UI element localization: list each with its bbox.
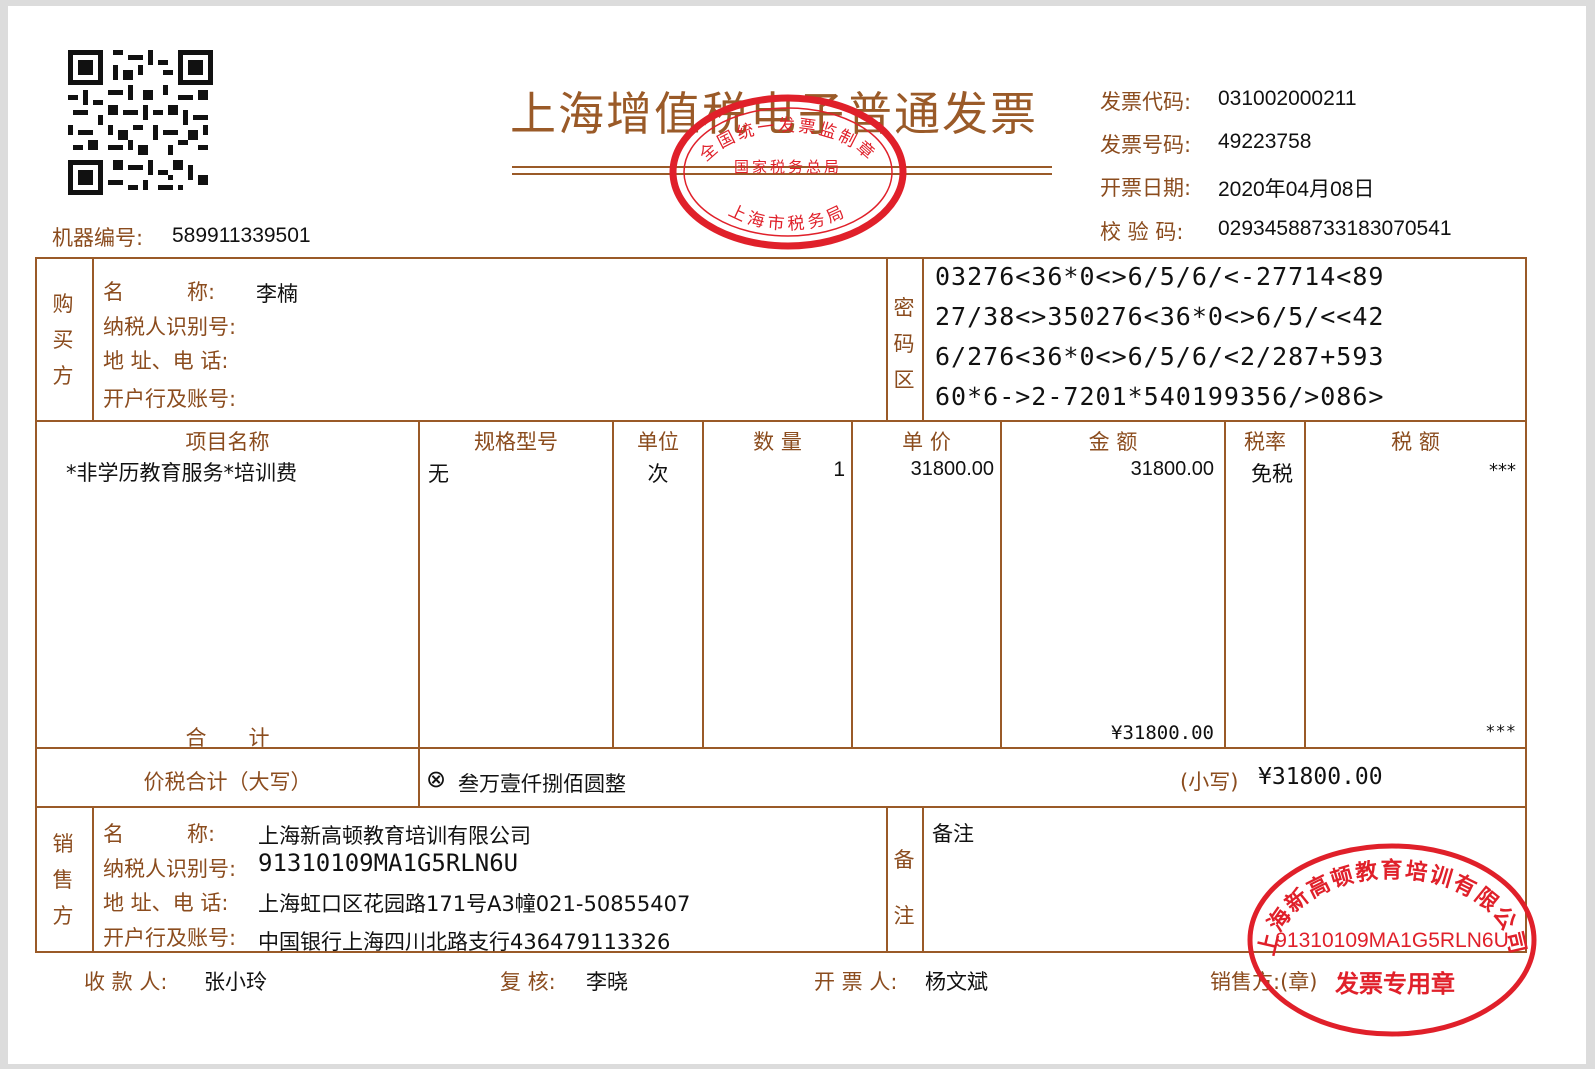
buyer-name-label: 名 称: [103,280,216,304]
tax-bureau-stamp: 全国统一发票监制章 国家税务总局 上海市税务局 [669,94,907,250]
col-divider [418,420,420,807]
buyer-address-label: 地 址、电 话: [103,349,229,373]
grand-total-small-label: (小写) [1180,770,1239,794]
col-divider [92,257,94,420]
buyer-section-char: 买 [52,328,74,352]
row-divider [35,806,1527,808]
issuer: 杨文斌 [925,970,988,994]
item-price: 31800.00 [910,458,994,480]
buyer-section-label: 购 买 方 [48,286,78,394]
invoice-number-label: 发票号码: [1100,133,1192,157]
col-divider [886,257,888,420]
seller-invoice-stamp: 上海新高顿教育培训有限公司 91310109MA1G5RLN6U 发票专用章 [1247,843,1537,1037]
seller-name: 上海新高顿教育培训有限公司 [258,824,531,848]
machine-no: 589911339501 [172,224,311,247]
total-tax: *** [1485,722,1516,742]
seller-section-char: 售 [52,868,74,892]
issuer-label: 开 票 人: [814,970,898,994]
seller-section-label: 销 售 方 [48,826,78,934]
buyer-tax-id-label: 纳税人识别号: [103,315,237,339]
seller-tax-id: 91310109MA1G5RLN6U [258,849,519,877]
seller-bank-label: 开户行及账号: [103,926,237,950]
header-spec: 规格型号 [474,430,558,454]
item-qty: 1 [833,458,845,481]
seller-stamp-middle-text: 91310109MA1G5RLN6U [1275,929,1508,952]
total-label: 合 计 [185,726,270,750]
item-amount: 31800.00 [1130,458,1214,480]
item-unit: 次 [647,462,669,486]
header-item-name: 项目名称 [185,430,270,454]
cipher-section-char: 区 [893,368,915,392]
invoice-code: 031002000211 [1218,87,1357,110]
header-unit: 单位 [637,430,679,454]
col-divider [922,806,924,953]
machine-no-label: 机器编号: [52,226,144,250]
check-code: 02934588733183070541 [1218,217,1452,240]
grand-total-small: ¥31800.00 [1258,764,1383,790]
seller-tax-id-label: 纳税人识别号: [103,857,237,881]
payee: 张小玲 [204,970,267,994]
seller-section-char: 销 [52,832,74,856]
cipher-section-char: 密 [893,296,915,320]
header-amount: 金 额 [1088,430,1138,454]
invoice-number: 49223758 [1218,130,1312,153]
item-name: *非学历教育服务*培训费 [66,461,297,485]
item-tax: *** [1489,460,1516,481]
seller-bank: 中国银行上海四川北路支行436479113326 [258,930,671,954]
col-divider [92,806,94,953]
total-amount: ¥31800.00 [1111,722,1214,744]
cipher-line: 03276<36*0<>6/5/6/<-27714<89 [935,262,1385,291]
buyer-name: 李楠 [256,282,298,306]
circled-x-icon: ⊗ [426,765,447,793]
seller-stamp-bottom-text: 发票专用章 [1334,969,1455,998]
grand-total-label: 价税合计（大写） [143,770,312,794]
seller-name-label: 名 称: [103,822,216,846]
item-spec: 无 [428,462,449,486]
tax-stamp-middle-text: 国家税务总局 [734,158,842,176]
seller-address: 上海虹口区花园路171号A3幢021-50855407 [258,892,691,916]
qr-code-icon [68,50,213,195]
header-tax-rate: 税率 [1244,430,1286,454]
reviewer: 李晓 [586,970,628,994]
header-price: 单 价 [902,430,951,454]
remarks-label: 备注 [932,822,974,846]
seller-section-char: 方 [52,904,74,928]
cipher-section-label: 密 码 区 [889,290,919,398]
col-divider [922,257,924,420]
invoice-date: 2020年04月08日 [1218,178,1375,201]
buyer-section-char: 购 [52,292,74,316]
cipher-section-char: 码 [893,332,915,356]
header-tax: 税 额 [1391,430,1440,454]
cipher-line: 27/38<>350276<36*0<>6/5/<<42 [935,302,1385,331]
remarks-section-char: 注 [893,904,915,928]
buyer-bank-label: 开户行及账号: [103,387,237,411]
grand-total-words: 叁万壹仟捌佰圆整 [458,772,626,796]
invoice-code-label: 发票代码: [1100,90,1192,114]
reviewer-label: 复 核: [500,970,556,994]
invoice-date-label: 开票日期: [1100,176,1192,200]
remarks-section-label: 备 注 [889,832,919,944]
cipher-line: 60*6->2-7201*540199356/>086> [935,382,1385,411]
remarks-section-char: 备 [893,848,915,872]
seller-address-label: 地 址、电 话: [103,891,229,915]
cipher-line: 6/276<36*0<>6/5/6/<2/287+593 [935,342,1385,371]
buyer-section-char: 方 [52,364,74,388]
payee-label: 收 款 人: [84,970,168,994]
header-qty: 数 量 [753,430,802,454]
item-tax-rate: 免税 [1251,462,1293,486]
check-code-label: 校 验 码: [1100,220,1184,244]
col-divider [886,806,888,953]
